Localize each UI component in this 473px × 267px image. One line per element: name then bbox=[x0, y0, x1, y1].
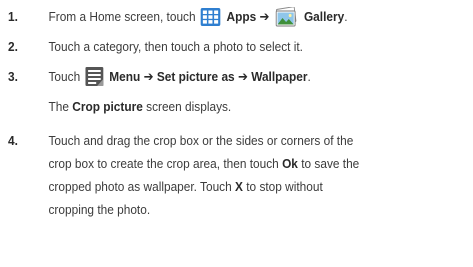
step-4-line-4: cropping the photo. bbox=[48, 202, 151, 217]
step-text: Touch and drag the crop box or the sides… bbox=[49, 129, 472, 221]
gallery-photo-icon bbox=[275, 7, 298, 27]
apps-label: Apps ➔ bbox=[226, 9, 270, 24]
step-number: 4. bbox=[8, 133, 18, 148]
gallery-label: Gallery bbox=[303, 9, 345, 24]
menu-list-icon bbox=[85, 67, 104, 86]
x-label: X bbox=[235, 179, 243, 194]
menu-path-label: Menu ➔ Set picture as ➔ Wallpaper bbox=[109, 69, 308, 84]
ok-label: Ok bbox=[282, 156, 298, 171]
instruction-page: 1. From a Home screen, touch Apps ➔ Gall… bbox=[0, 0, 473, 267]
step-1-lead-text: From a Home screen, touch bbox=[48, 9, 196, 24]
step-number: 1. bbox=[8, 9, 18, 24]
step-4-line-1: Touch and drag the crop box or the sides… bbox=[48, 133, 354, 148]
step-4-line-2: crop box to create the crop area, then t… bbox=[49, 152, 472, 175]
step-text: From a Home screen, touch Apps ➔ Gallery… bbox=[49, 5, 472, 28]
step-text: Touch Menu ➔ Set picture as ➔ Wallpaper.… bbox=[49, 65, 472, 118]
step-3-main-line: Touch Menu ➔ Set picture as ➔ Wallpaper. bbox=[49, 65, 472, 88]
step-3-period: . bbox=[307, 69, 311, 84]
step-3-sub-lead: The bbox=[48, 99, 69, 114]
step-3-sub-tail: screen displays. bbox=[146, 99, 232, 114]
step-3-sub-line: The Crop picture screen displays. bbox=[49, 95, 472, 118]
step-3-lead-text: Touch bbox=[48, 69, 81, 84]
crop-picture-label: Crop picture bbox=[72, 99, 143, 114]
step-4-line-2-tail: to save the bbox=[301, 156, 360, 171]
apps-grid-icon bbox=[200, 8, 221, 26]
step-number: 2. bbox=[8, 39, 18, 54]
step-4-line-3-tail: to stop without bbox=[246, 179, 323, 194]
step-text: Touch a category, then touch a photo to … bbox=[48, 39, 303, 54]
step-4-line-2-lead: crop box to create the crop area, then t… bbox=[48, 156, 279, 171]
step-4-line-3: cropped photo as wallpaper. Touch X to s… bbox=[49, 175, 472, 198]
step-number: 3. bbox=[8, 69, 18, 84]
step-1-period: . bbox=[344, 9, 348, 24]
step-4-line-3-lead: cropped photo as wallpaper. Touch bbox=[48, 179, 232, 194]
